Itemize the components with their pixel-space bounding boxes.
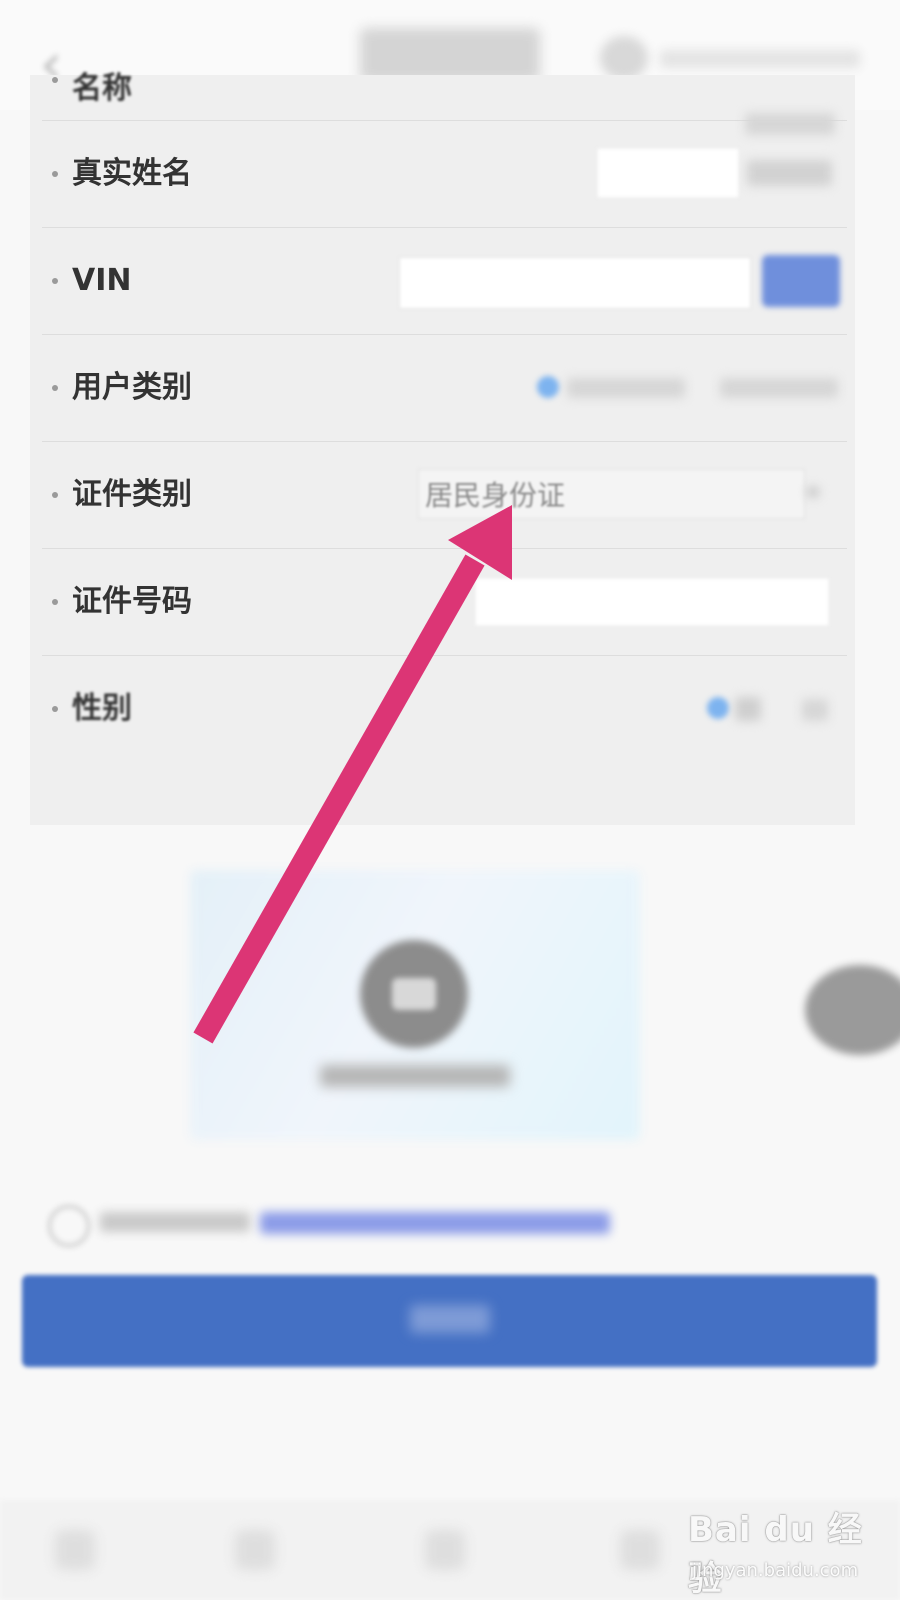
- real-name-hint: [747, 160, 832, 186]
- nav-back-icon[interactable]: [55, 1530, 95, 1570]
- row-bullet: [52, 277, 58, 284]
- camera-icon: [392, 978, 436, 1010]
- watermark-url: jingyan.baidu.com: [692, 1560, 859, 1581]
- form-row-vin: VIN: [42, 227, 847, 335]
- agreement-text: [100, 1212, 250, 1232]
- real-name-input[interactable]: [597, 148, 739, 198]
- row-bullet: [52, 76, 58, 83]
- form-row-id-type: 证件类别 居民身份证: [42, 441, 847, 549]
- id-number-input[interactable]: [475, 578, 829, 626]
- vin-label: VIN: [72, 263, 132, 298]
- floating-button[interactable]: [805, 965, 900, 1055]
- chevron-down-icon: [807, 487, 819, 497]
- agreement-link[interactable]: [260, 1212, 610, 1234]
- upload-hint: [320, 1065, 510, 1087]
- vin-scan-button[interactable]: [762, 255, 840, 307]
- agreement-checkbox[interactable]: [48, 1205, 90, 1247]
- row-bullet: [52, 170, 58, 177]
- user-type-option-company[interactable]: [720, 378, 838, 398]
- form-row-id-number: 证件号码: [42, 548, 847, 656]
- row-bullet: [52, 491, 58, 498]
- form-row-user-type: 用户类别: [42, 334, 847, 442]
- gender-option-female[interactable]: [802, 699, 828, 721]
- nav-home-icon[interactable]: [235, 1530, 275, 1570]
- gender-label: 性别: [72, 691, 132, 726]
- vin-input[interactable]: [399, 257, 751, 309]
- row-bullet: [52, 705, 58, 712]
- next-button-label: [410, 1305, 490, 1333]
- user-type-option-personal[interactable]: [567, 378, 685, 398]
- watermark-brand: Bai du 经验: [688, 1510, 863, 1599]
- user-type-label: 用户类别: [72, 370, 192, 405]
- form-row-gender: 性别: [42, 655, 847, 762]
- id-type-select-value: 居民身份证: [425, 479, 566, 512]
- gender-radio-male[interactable]: [707, 697, 729, 719]
- form-row-name: 名称: [42, 13, 847, 135]
- id-number-label: 证件号码: [72, 584, 192, 619]
- user-type-radio-personal[interactable]: [537, 376, 559, 398]
- baidu-watermark: Bai du 经验 jingyan.baidu.com: [688, 1502, 888, 1599]
- nav-circle-icon[interactable]: [425, 1530, 465, 1570]
- form-row-real-name: 真实姓名: [42, 120, 847, 228]
- row-bullet: [52, 598, 58, 605]
- screen: ‹ 名称 真实姓名 VIN 用户类别 证件类别 居民身份证 证件号码 性别 Ba…: [0, 0, 900, 1600]
- real-name-label: 真实姓名: [72, 156, 192, 191]
- nav-menu-icon[interactable]: [620, 1530, 660, 1570]
- row-bullet: [52, 384, 58, 391]
- registration-form: 名称 真实姓名 VIN 用户类别 证件类别 居民身份证 证件号码 性别: [30, 71, 855, 825]
- id-type-label: 证件类别: [72, 477, 192, 512]
- gender-option-male[interactable]: [735, 697, 761, 721]
